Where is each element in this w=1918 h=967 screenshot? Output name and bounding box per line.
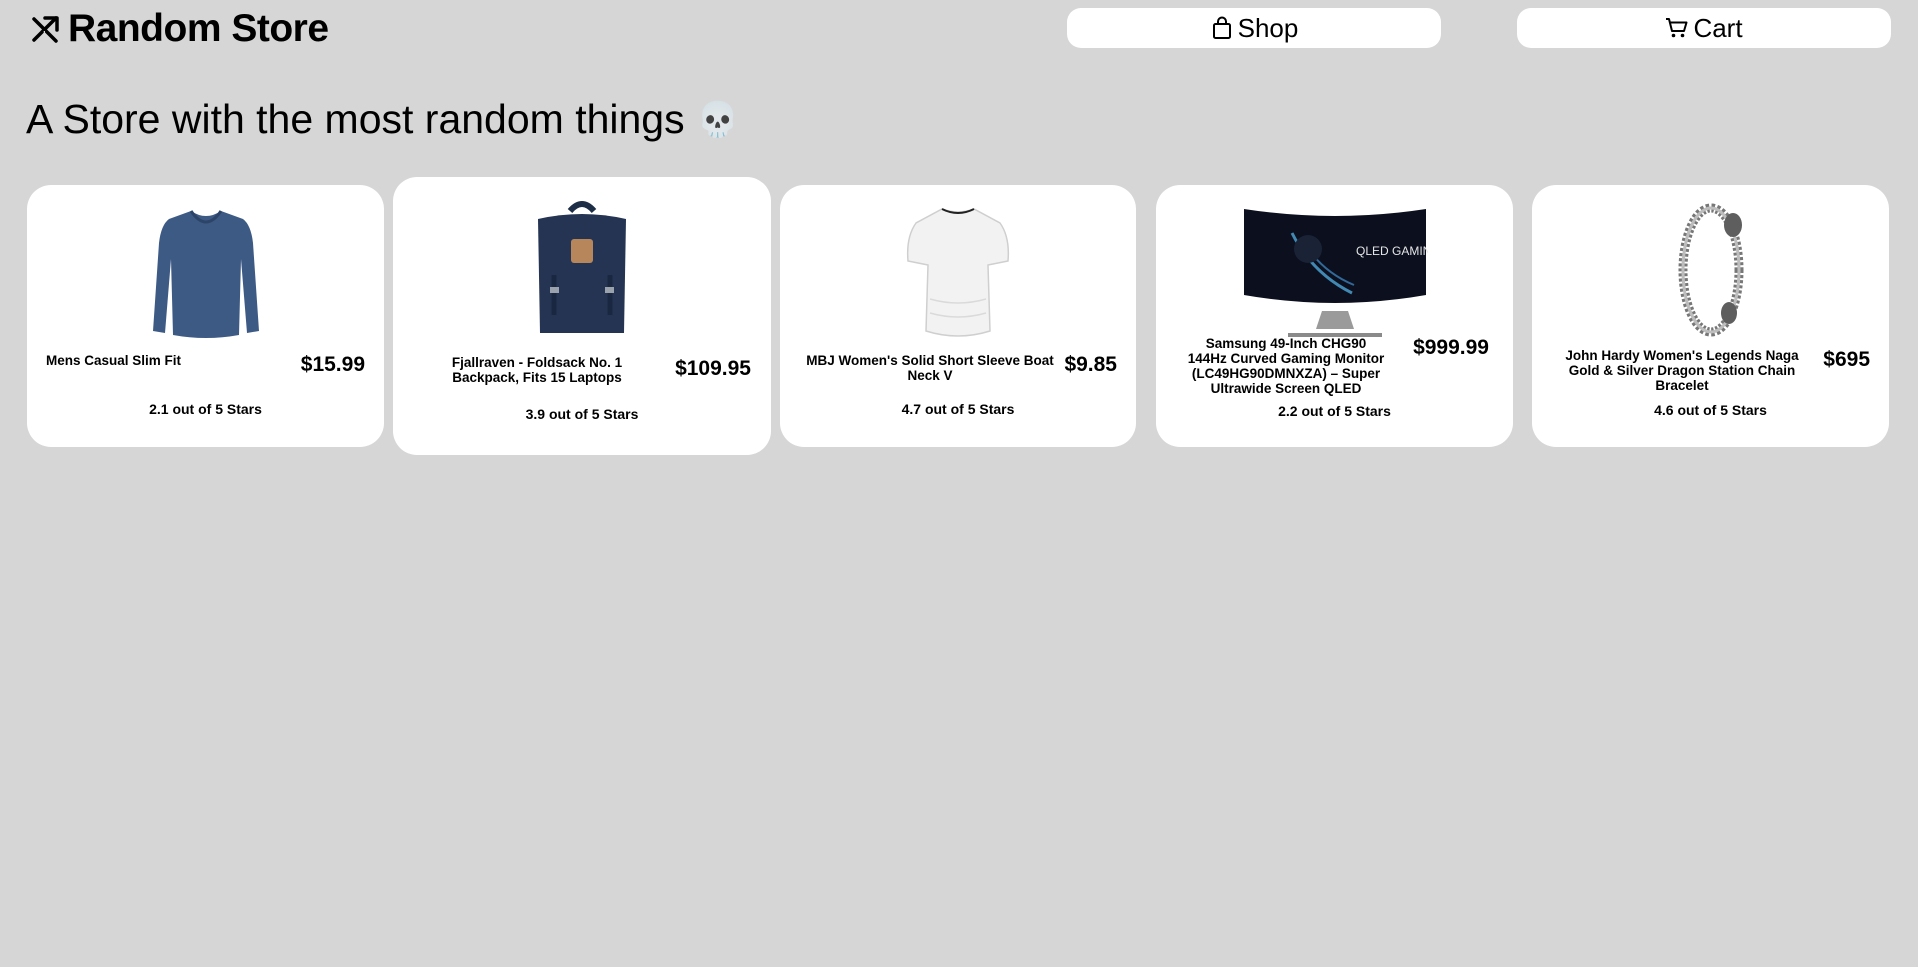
cart-icon [1666, 18, 1688, 38]
product-card[interactable]: John Hardy Women's Legends Naga Gold & S… [1532, 185, 1889, 447]
cart-button[interactable]: Cart [1517, 8, 1891, 48]
product-title: Mens Casual Slim Fit [46, 353, 182, 368]
tshirt-icon [906, 208, 1010, 337]
product-title: Samsung 49-Inch CHG90 144Hz Curved Gamin… [1187, 336, 1385, 396]
brand-name: Random Store [68, 7, 329, 50]
product-rating: 2.1 out of 5 Stars [149, 401, 262, 417]
shopping-bag-icon [1212, 16, 1231, 39]
product-image [534, 197, 630, 337]
shirt-icon [152, 210, 259, 338]
product-rating: 3.9 out of 5 Stars [525, 406, 639, 422]
product-price: $15.99 [300, 353, 365, 376]
product-image: QLED GAMING MONITOR [1242, 203, 1428, 337]
product-title: John Hardy Women's Legends Naga Gold & S… [1565, 348, 1799, 393]
tagline-text: A Store with the most random things [26, 96, 685, 142]
shop-label: Shop [1237, 12, 1299, 43]
brand-logo[interactable]: Random Store [30, 4, 329, 54]
product-card[interactable]: QLED GAMING MONITOR Samsung 49-Inch CHG9… [1156, 185, 1513, 447]
product-image [906, 203, 1010, 341]
cart-label: Cart [1693, 12, 1743, 43]
product-rating: 4.6 out of 5 Stars [1654, 402, 1767, 418]
product-title: Fjallraven - Foldsack No. 1 Backpack, Fi… [451, 355, 623, 385]
shuffle-icon [31, 16, 59, 45]
product-price: $9.85 [1064, 353, 1117, 376]
product-price: $695 [1823, 348, 1870, 371]
header: Random Store Shop Cart [0, 0, 1918, 60]
monitor-screen-text: QLED GAMING MONITOR [1356, 244, 1428, 258]
product-card[interactable]: Fjallraven - Foldsack No. 1 Backpack, Fi… [393, 177, 771, 455]
skull-emoji: 💀 [696, 99, 739, 140]
product-card[interactable]: Mens Casual Slim Fit $15.99 2.1 out of 5… [27, 185, 384, 447]
product-image [1671, 203, 1751, 337]
product-card[interactable]: MBJ Women's Solid Short Sleeve Boat Neck… [780, 185, 1136, 447]
product-price: $999.99 [1413, 336, 1489, 359]
monitor-icon: QLED GAMING MONITOR [1243, 209, 1428, 337]
product-rating: 2.2 out of 5 Stars [1278, 403, 1391, 419]
product-title: MBJ Women's Solid Short Sleeve Boat Neck… [806, 353, 1054, 383]
bracelet-icon [1678, 203, 1743, 337]
backpack-icon [538, 201, 626, 333]
product-image [151, 203, 261, 341]
product-price: $109.95 [675, 357, 751, 380]
shop-button[interactable]: Shop [1067, 8, 1441, 48]
product-rating: 4.7 out of 5 Stars [901, 401, 1015, 417]
page-tagline: A Store with the most random things 💀 [26, 96, 739, 143]
